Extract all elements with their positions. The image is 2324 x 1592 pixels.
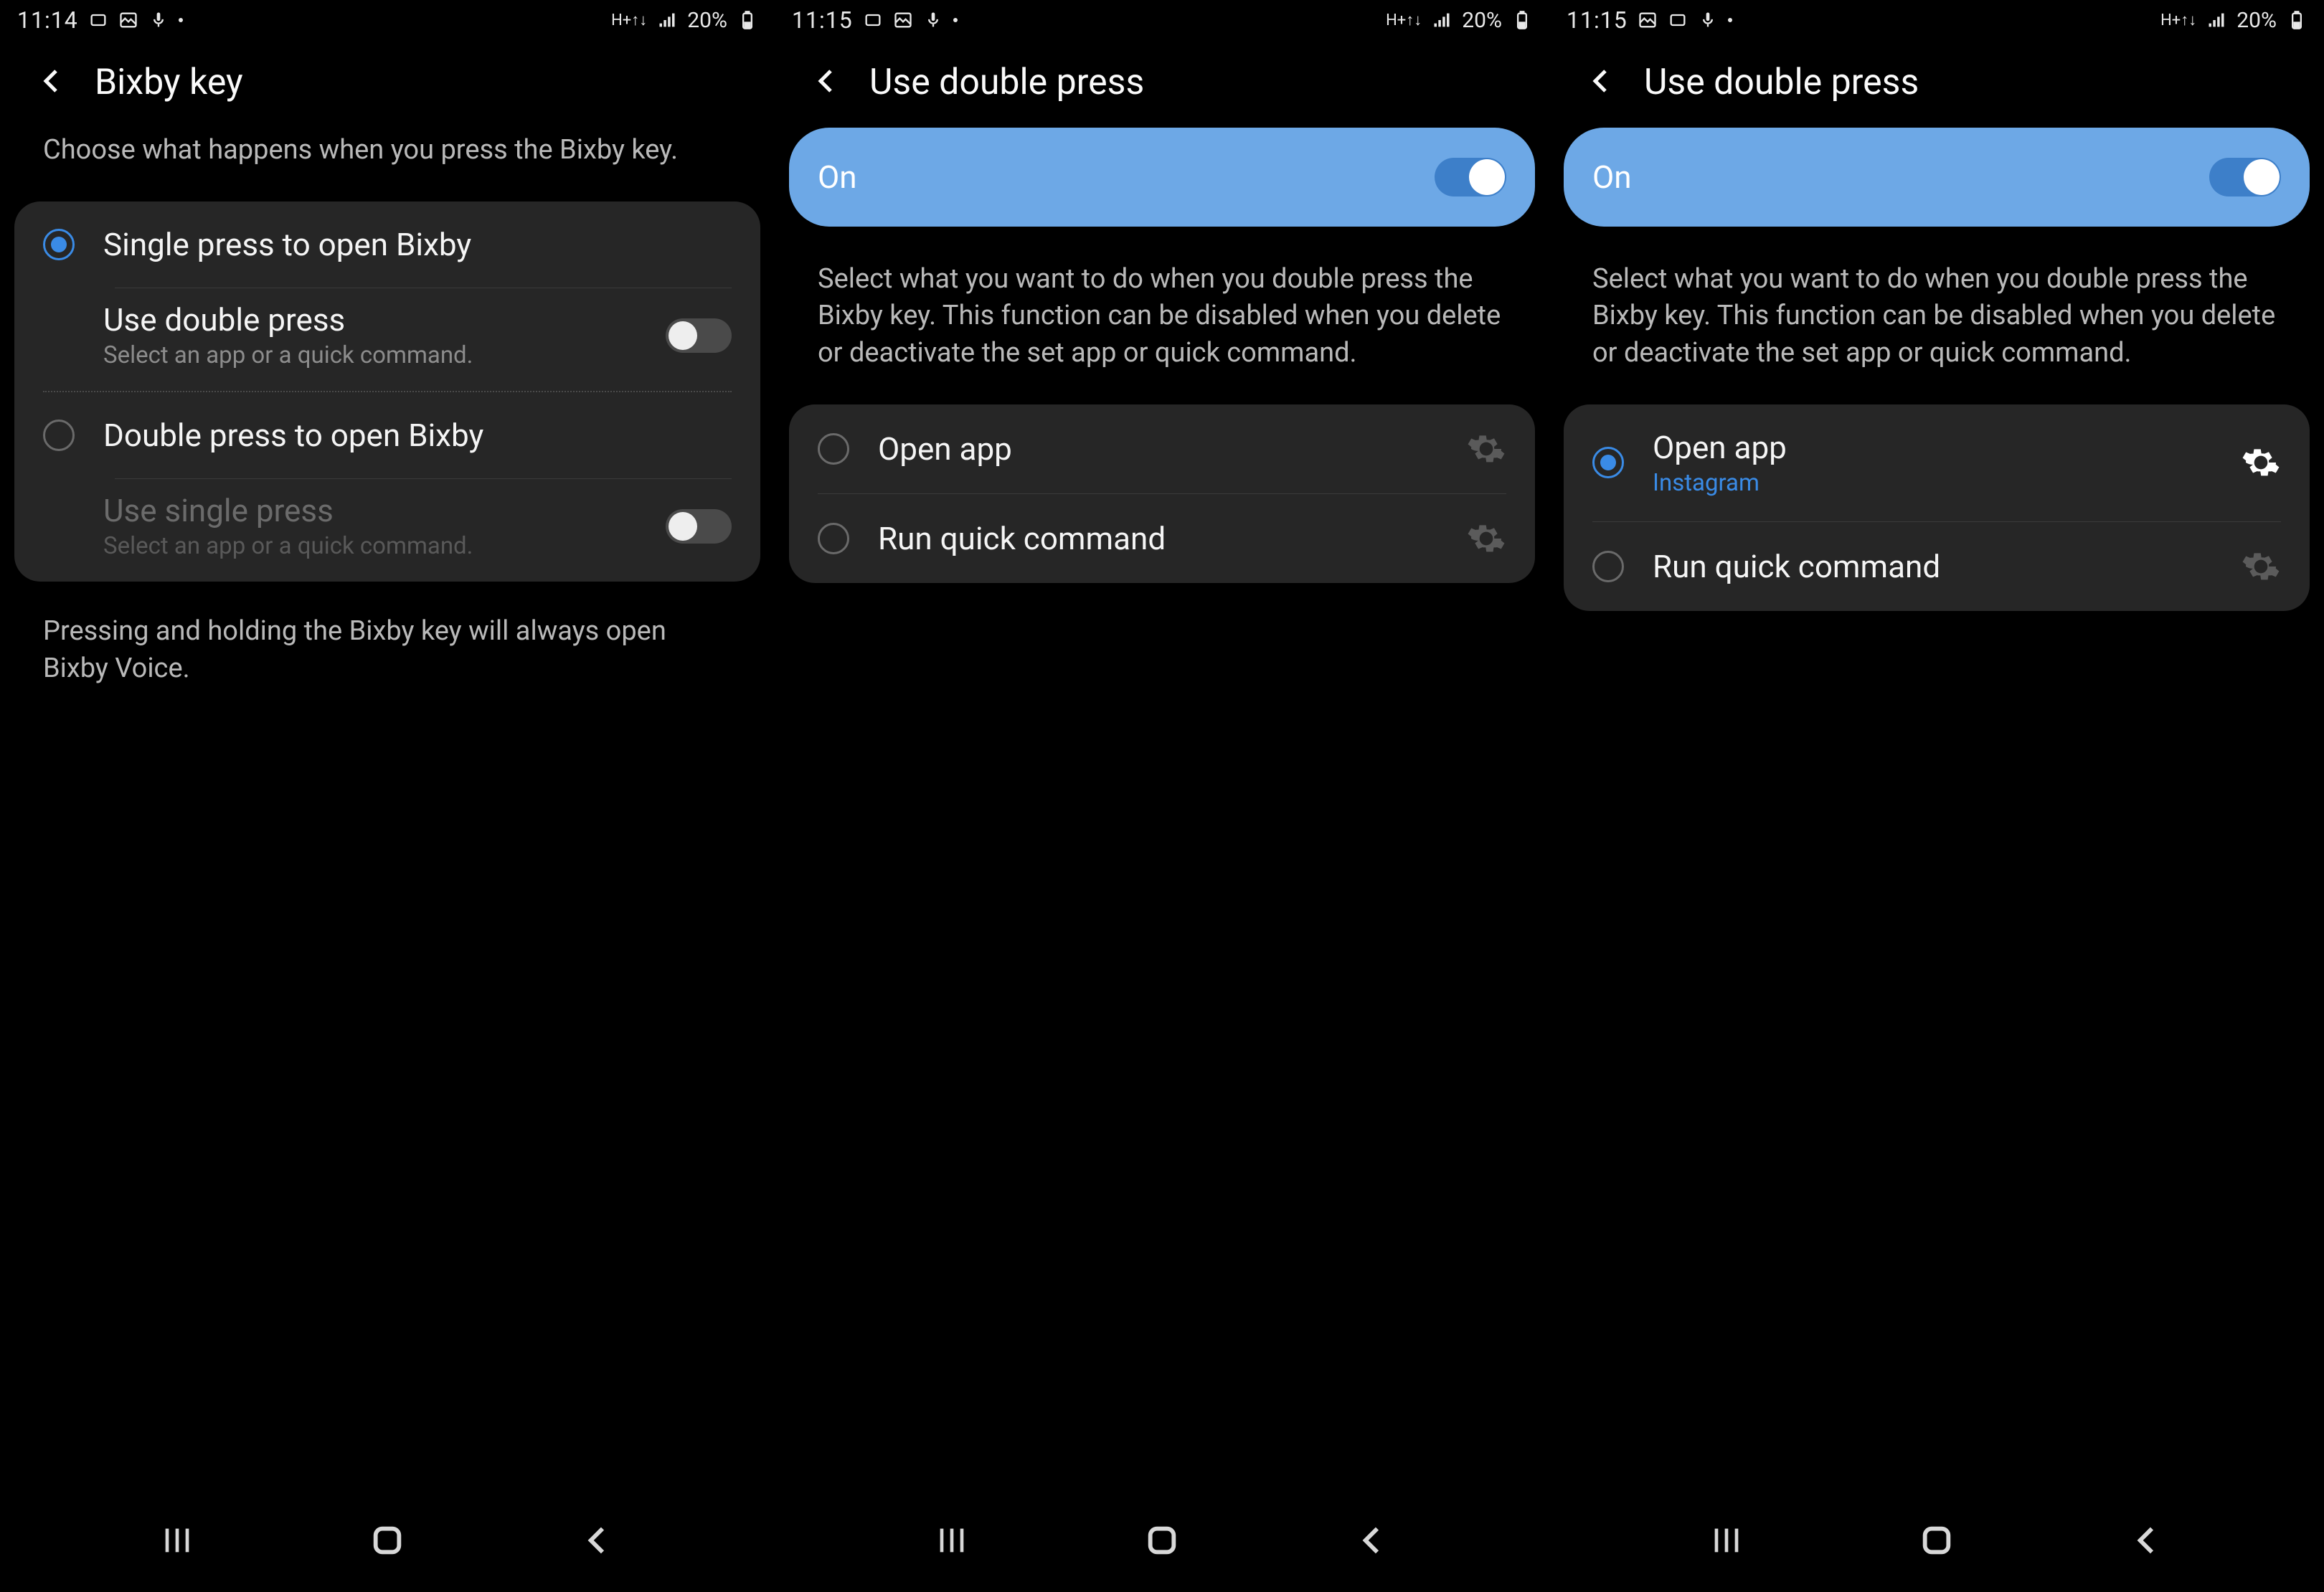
master-toggle-label: On bbox=[818, 158, 857, 196]
nav-bar bbox=[1549, 1492, 2324, 1592]
bixby-key-options-card: Single press to open Bixby Use double pr… bbox=[14, 202, 760, 582]
back-icon[interactable] bbox=[1584, 64, 1618, 101]
signal-icon bbox=[2206, 10, 2226, 30]
double-press-options-card: Open app Instagram Run quick command bbox=[1564, 404, 2310, 611]
master-toggle-label: On bbox=[1592, 158, 1632, 196]
sub-option-sublabel: Select an app or a quick command. bbox=[103, 532, 637, 560]
option-label: Open app bbox=[878, 430, 1437, 468]
option-open-app[interactable]: Open app bbox=[789, 404, 1535, 493]
battery-icon bbox=[1512, 10, 1532, 30]
app-bar: Use double press bbox=[775, 40, 1549, 118]
back-button[interactable] bbox=[2127, 1520, 2167, 1563]
option-sublabel: Instagram bbox=[1653, 469, 2212, 497]
sub-option-label: Use double press bbox=[103, 301, 637, 338]
option-open-app[interactable]: Open app Instagram bbox=[1564, 404, 2310, 521]
battery-percent: 20% bbox=[2236, 8, 2277, 33]
option-label: Open app bbox=[1653, 429, 2212, 466]
back-button[interactable] bbox=[1352, 1520, 1392, 1563]
footnote-text: Pressing and holding the Bixby key will … bbox=[0, 593, 775, 707]
battery-icon bbox=[2287, 10, 2307, 30]
master-toggle[interactable]: On bbox=[789, 128, 1535, 227]
option-single-press[interactable]: Single press to open Bixby bbox=[14, 202, 760, 288]
option-label: Run quick command bbox=[878, 520, 1437, 557]
status-bar: 11:14 H+↑↓ 20% bbox=[0, 0, 775, 40]
page-description: Select what you want to do when you doub… bbox=[775, 247, 1549, 393]
mic-icon bbox=[1698, 10, 1718, 30]
data-type-icon: H+↑↓ bbox=[611, 11, 647, 29]
screen-bixby-key: 11:14 H+↑↓ 20% Bixby key Choose what hap… bbox=[0, 0, 775, 1592]
recents-button[interactable] bbox=[932, 1520, 972, 1563]
page-description: Choose what happens when you press the B… bbox=[0, 118, 775, 190]
image-icon bbox=[1638, 10, 1658, 30]
nav-bar bbox=[0, 1492, 775, 1592]
nav-bar bbox=[775, 1492, 1549, 1592]
status-bar: 11:15 H+↑↓ 20% bbox=[1549, 0, 2324, 40]
status-dot bbox=[953, 18, 958, 22]
status-dot bbox=[1728, 18, 1732, 22]
battery-percent: 20% bbox=[687, 8, 727, 33]
gear-icon[interactable] bbox=[2241, 546, 2281, 587]
battery-icon bbox=[737, 10, 757, 30]
status-time: 11:15 bbox=[1567, 6, 1628, 34]
option-label: Run quick command bbox=[1653, 548, 2212, 585]
sub-option-sublabel: Select an app or a quick command. bbox=[103, 341, 637, 369]
master-toggle[interactable]: On bbox=[1564, 128, 2310, 227]
signal-icon bbox=[657, 10, 677, 30]
recents-button[interactable] bbox=[157, 1520, 197, 1563]
switch-on-icon bbox=[2209, 158, 2281, 196]
gear-icon[interactable] bbox=[1466, 429, 1506, 469]
gear-icon[interactable] bbox=[2241, 442, 2281, 483]
data-type-icon: H+↑↓ bbox=[2160, 11, 2196, 29]
home-button[interactable] bbox=[1917, 1520, 1957, 1563]
data-type-icon: H+↑↓ bbox=[1386, 11, 1422, 29]
mic-icon bbox=[923, 10, 943, 30]
screen-use-double-press-selected: 11:15 H+↑↓ 20% Use double press On Selec… bbox=[1549, 0, 2324, 1592]
screen-use-double-press: 11:15 H+↑↓ 20% Use double press On Selec… bbox=[775, 0, 1549, 1592]
status-time: 11:15 bbox=[792, 6, 853, 34]
radio-unchecked-icon bbox=[818, 523, 849, 554]
page-title: Use double press bbox=[1644, 62, 1919, 103]
option-label: Single press to open Bixby bbox=[103, 226, 732, 263]
radio-checked-icon bbox=[1592, 447, 1624, 478]
status-dot bbox=[179, 18, 183, 22]
status-bar: 11:15 H+↑↓ 20% bbox=[775, 0, 1549, 40]
gear-icon[interactable] bbox=[1466, 518, 1506, 559]
sub-option-label: Use single press bbox=[103, 492, 637, 529]
image-icon bbox=[118, 10, 138, 30]
back-button[interactable] bbox=[577, 1520, 618, 1563]
image-icon bbox=[893, 10, 913, 30]
radio-unchecked-icon bbox=[818, 433, 849, 465]
app-bar: Use double press bbox=[1549, 40, 2324, 118]
battery-percent: 20% bbox=[1462, 8, 1502, 33]
status-time: 11:14 bbox=[17, 6, 78, 34]
radio-checked-icon bbox=[43, 229, 75, 260]
page-title: Use double press bbox=[869, 62, 1144, 103]
home-button[interactable] bbox=[367, 1520, 407, 1563]
toggle-off[interactable] bbox=[666, 318, 732, 353]
card-icon bbox=[88, 10, 108, 30]
card-icon bbox=[1668, 10, 1688, 30]
home-button[interactable] bbox=[1142, 1520, 1182, 1563]
signal-icon bbox=[1432, 10, 1452, 30]
page-title: Bixby key bbox=[95, 62, 243, 103]
app-bar: Bixby key bbox=[0, 40, 775, 118]
page-description: Select what you want to do when you doub… bbox=[1549, 247, 2324, 393]
radio-unchecked-icon bbox=[1592, 551, 1624, 582]
radio-unchecked-icon bbox=[43, 420, 75, 451]
recents-button[interactable] bbox=[1706, 1520, 1747, 1563]
card-icon bbox=[863, 10, 883, 30]
back-icon[interactable] bbox=[809, 64, 844, 101]
option-double-press[interactable]: Double press to open Bixby bbox=[14, 392, 760, 478]
sub-option-use-single-press: Use single press Select an app or a quic… bbox=[14, 479, 760, 582]
option-run-quick-command[interactable]: Run quick command bbox=[1564, 522, 2310, 611]
sub-option-use-double-press[interactable]: Use double press Select an app or a quic… bbox=[14, 288, 760, 391]
mic-icon bbox=[148, 10, 169, 30]
toggle-disabled bbox=[666, 509, 732, 544]
double-press-options-card: Open app Run quick command bbox=[789, 404, 1535, 583]
switch-on-icon bbox=[1435, 158, 1506, 196]
option-label: Double press to open Bixby bbox=[103, 417, 732, 454]
option-run-quick-command[interactable]: Run quick command bbox=[789, 494, 1535, 583]
back-icon[interactable] bbox=[34, 64, 69, 101]
